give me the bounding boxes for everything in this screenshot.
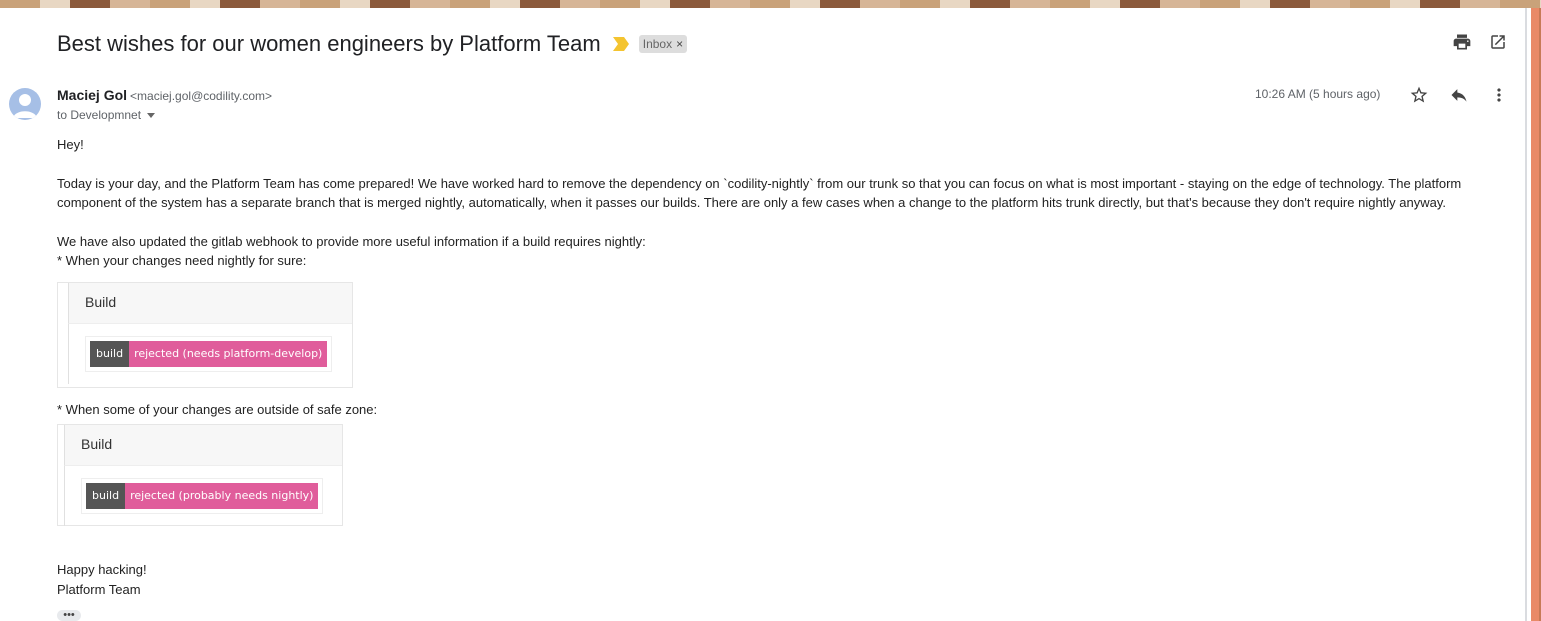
build-card-body: build rejected (needs platform-develop) (68, 324, 352, 384)
build-status-badge[interactable]: build rejected (probably needs nightly) (81, 478, 324, 514)
top-decorative-strip (0, 0, 1541, 8)
build-card-1: Build build rejected (needs platform-dev… (57, 282, 353, 388)
show-trimmed-content-button[interactable]: ••• (57, 610, 81, 621)
remove-label-button[interactable]: × (676, 37, 683, 51)
closing-line-2: Platform Team (57, 582, 141, 597)
subject-row: Best wishes for our women engineers by P… (57, 28, 688, 60)
recipients-text: to Developmnet (57, 108, 142, 122)
message-actions (1409, 85, 1509, 105)
more-vert-icon[interactable] (1489, 85, 1509, 105)
inbox-label-text: Inbox (642, 37, 673, 51)
open-in-new-window-icon[interactable] (1488, 32, 1508, 52)
print-icon[interactable] (1452, 32, 1472, 52)
build-card-title: Build (68, 283, 352, 324)
paragraph-2: We have also updated the gitlab webhook … (57, 234, 646, 249)
sender-row: Maciej Gol <maciej.gol@codility.com> (57, 87, 272, 103)
inbox-label-chip[interactable]: Inbox × (638, 35, 688, 53)
chevron-down-icon[interactable] (147, 112, 156, 118)
importance-marker-icon[interactable] (612, 37, 629, 51)
email-subject: Best wishes for our women engineers by P… (57, 31, 601, 56)
build-card-2: Build build rejected (probably needs nig… (57, 424, 343, 526)
star-icon[interactable] (1409, 85, 1429, 105)
build-status-badge[interactable]: build rejected (needs platform-develop) (85, 336, 333, 372)
closing-line-1: Happy hacking! (57, 562, 147, 577)
paragraph-1-line-2: component of the system has a separate b… (57, 195, 1447, 210)
badge-status: rejected (needs platform-develop) (129, 341, 328, 367)
reply-icon[interactable] (1449, 85, 1469, 105)
email-timestamp: 10:26 AM (5 hours ago) (1255, 87, 1381, 101)
recipients-row[interactable]: to Developmnet (57, 108, 156, 122)
sender-email: <maciej.gol@codility.com> (130, 89, 273, 103)
paragraph-1-line-1: Today is your day, and the Platform Team… (57, 176, 1462, 191)
greeting: Hey! (57, 137, 84, 152)
bullet-2: * When some of your changes are outside … (57, 402, 378, 417)
sender-name[interactable]: Maciej Gol (57, 87, 127, 103)
build-card-body: build rejected (probably needs nightly) (64, 466, 342, 526)
build-card-title: Build (64, 425, 342, 466)
thread-actions (1452, 32, 1508, 52)
right-panel-edge (1525, 8, 1541, 621)
bullet-1: * When your changes need nightly for sur… (57, 253, 307, 268)
badge-status: rejected (probably needs nightly) (125, 483, 319, 509)
badge-label: build (90, 341, 130, 367)
avatar-icon[interactable] (9, 88, 41, 120)
badge-label: build (86, 483, 126, 509)
